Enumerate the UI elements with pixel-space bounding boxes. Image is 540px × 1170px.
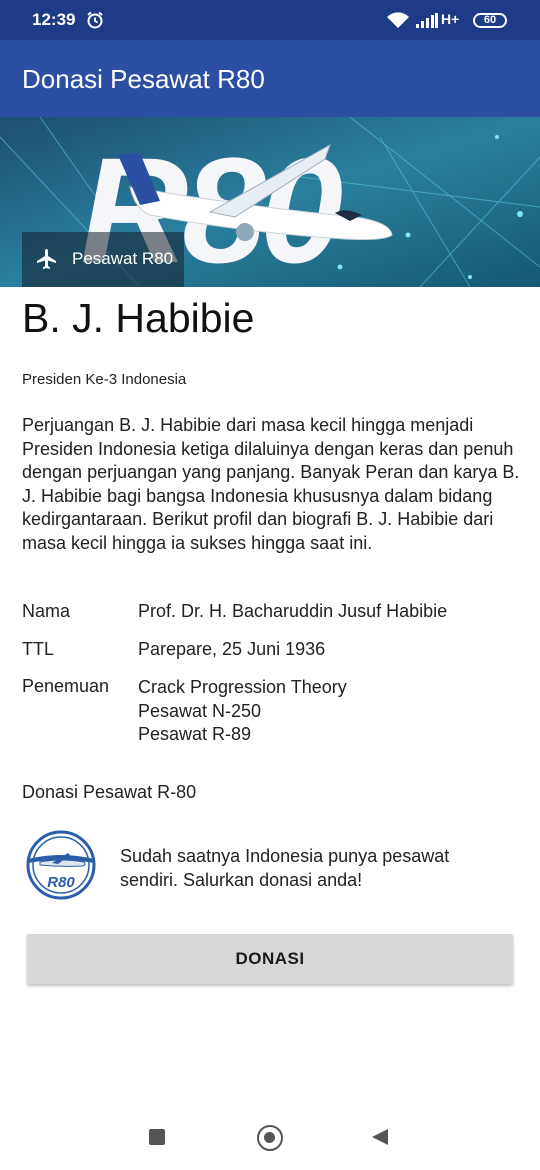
info-value: Prof. Dr. H. Bacharuddin Jusuf Habibie bbox=[138, 601, 448, 621]
donation-message: Sudah saatnya Indonesia punya pesawat se… bbox=[120, 846, 450, 890]
info-label: Penemuan bbox=[22, 676, 110, 696]
r80-logo: R80 bbox=[22, 829, 100, 901]
info-label: TTL bbox=[22, 639, 55, 659]
person-name: B. J. Habibie bbox=[22, 295, 255, 341]
back-icon[interactable] bbox=[371, 1128, 389, 1151]
banner-image[interactable]: R80 Pesawat R80 bbox=[0, 117, 540, 287]
wifi-icon bbox=[386, 12, 410, 34]
info-value: Parepare, 25 Juni 1936 bbox=[138, 639, 326, 659]
system-nav-bar bbox=[0, 1105, 540, 1170]
home-icon[interactable] bbox=[257, 1125, 283, 1151]
invention-item: Pesawat N-250 bbox=[138, 700, 262, 721]
donate-button[interactable]: DONASI bbox=[27, 934, 513, 984]
info-row-nama: Nama Prof. Dr. H. Bacharuddin Jusuf Habi… bbox=[22, 601, 522, 625]
person-description: Perjuangan B. J. Habibie dari masa kecil… bbox=[22, 415, 520, 553]
recents-icon[interactable] bbox=[149, 1129, 165, 1145]
info-row-penemuan: Penemuan Crack Progression Theory Pesawa… bbox=[22, 676, 522, 748]
invention-item: Crack Progression Theory bbox=[138, 677, 347, 697]
status-time: 12:39 bbox=[32, 10, 76, 29]
app-bar: Donasi Pesawat R80 bbox=[0, 40, 540, 117]
status-bar: 12:39 H+ 60 bbox=[0, 0, 540, 40]
banner-label-text: Pesawat R80 bbox=[72, 249, 174, 268]
person-subtitle: Presiden Ke-3 Indonesia bbox=[22, 371, 187, 388]
battery-icon: 60 bbox=[473, 13, 507, 28]
banner-label: Pesawat R80 bbox=[22, 232, 184, 287]
logo-text: R80 bbox=[47, 874, 75, 891]
network-type: H+ bbox=[441, 11, 460, 27]
app-title: Donasi Pesawat R80 bbox=[22, 64, 265, 94]
invention-item: Pesawat R-89 bbox=[138, 724, 252, 744]
alarm-icon bbox=[86, 11, 104, 34]
signal-icon bbox=[416, 13, 438, 33]
info-label: Nama bbox=[22, 601, 71, 621]
home-icon-dot bbox=[264, 1132, 275, 1143]
donation-section-title: Donasi Pesawat R-80 bbox=[22, 782, 197, 802]
info-row-ttl: TTL Parepare, 25 Juni 1936 bbox=[22, 639, 522, 663]
invention-list: Crack Progression Theory Pesawat N-250 P… bbox=[138, 676, 347, 747]
